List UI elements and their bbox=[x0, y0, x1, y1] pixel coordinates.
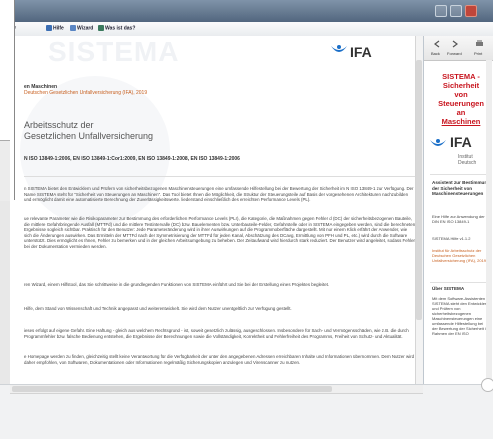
about-text: Mit dem Software-Assistenten SISTEMA ste… bbox=[432, 296, 490, 336]
help-pane[interactable]: Back Forward Print SISTEMA - Sicherheit … bbox=[423, 36, 493, 384]
about-heading: Über SISTEMA bbox=[432, 286, 465, 291]
minimize-button[interactable] bbox=[435, 5, 447, 17]
help-ifa-subtitle: Institut Deutsch bbox=[458, 154, 477, 166]
paragraph-5: ieses erfolgt auf eigene Gefahr. Eine Ha… bbox=[24, 328, 409, 339]
help-divider bbox=[430, 174, 488, 175]
print-icon bbox=[476, 40, 483, 46]
help-divider-2 bbox=[430, 282, 488, 283]
paragraph-4: Hilfe, dem Stand von Wissenschaft und Te… bbox=[24, 306, 292, 311]
horizontal-scroll-thumb[interactable] bbox=[12, 386, 332, 392]
watermark: SISTEMA bbox=[48, 36, 180, 67]
paragraph-6: e Homepage werden zu finden, gleichzeiti… bbox=[24, 354, 415, 365]
left-popup-scrollbar[interactable] bbox=[0, 140, 10, 201]
ifa-link[interactable]: Deutschen Gesetzlichen Unfallversicherun… bbox=[24, 90, 147, 96]
left-popup-frame bbox=[0, 0, 15, 201]
toolbar-help[interactable]: Hilfe bbox=[46, 25, 64, 31]
help-pane-header: Back Forward Print bbox=[424, 36, 493, 61]
back-button[interactable]: Back bbox=[431, 51, 440, 56]
org-line-2: Gesetzlichen Unfallversicherung bbox=[24, 131, 154, 141]
help-heading: Assistent zur Bestimmung der Sicherheit … bbox=[432, 180, 490, 197]
toolbar-whats-this[interactable]: Was ist das? bbox=[98, 25, 135, 31]
maximize-button[interactable] bbox=[450, 5, 462, 17]
help-text: Eine Hilfe zur Anwendung der DIN EN ISO … bbox=[432, 214, 485, 224]
help-ifa-logo: IFA bbox=[450, 134, 472, 150]
document-scroll-thumb[interactable] bbox=[416, 60, 422, 320]
paragraph-1: n SISTEMA bietet den Entwicklern und Prü… bbox=[24, 186, 414, 203]
forward-arrow-icon bbox=[452, 40, 458, 48]
toolbar-wizard[interactable]: Wizard bbox=[70, 25, 93, 31]
background-circle bbox=[20, 76, 170, 226]
toolbar: ry Hilfe Wizard Was ist das? bbox=[10, 22, 493, 37]
divider bbox=[24, 176, 416, 177]
close-button[interactable] bbox=[465, 5, 477, 17]
window-titlebar bbox=[10, 0, 493, 22]
help-copyright-link[interactable]: Institut für Arbeitsschutz der Deutschen… bbox=[432, 248, 490, 263]
help-version: SISTEMA Hilfe v1.1.2 bbox=[432, 236, 471, 241]
help-ifa-logo-icon bbox=[430, 139, 446, 146]
question-icon bbox=[98, 25, 104, 31]
org-line-1: Arbeitsschutz der bbox=[24, 120, 94, 130]
paragraph-3: ren Wizard, einem Hilfstool, das Sie sch… bbox=[24, 282, 330, 287]
document-view[interactable]: SISTEMA IFA en Maschinen Deutschen Geset… bbox=[10, 36, 424, 384]
ifa-logo: IFA bbox=[350, 44, 372, 60]
round-button[interactable] bbox=[481, 378, 493, 392]
forward-button[interactable]: Forward bbox=[447, 51, 462, 56]
ifa-logo-icon bbox=[331, 45, 347, 52]
help-icon bbox=[46, 25, 52, 31]
back-arrow-icon bbox=[434, 40, 440, 48]
paragraph-2: ue relevante Parameter wie die Risikopar… bbox=[24, 216, 416, 249]
norm-line: N ISO 13849-1:2006, EN ISO 13849-1:Cor1:… bbox=[24, 156, 240, 162]
wizard-icon bbox=[70, 25, 76, 31]
help-pane-scrollbar[interactable] bbox=[486, 60, 492, 384]
print-button[interactable]: Print bbox=[474, 51, 482, 56]
help-title: SISTEMA - Sicherheit von Steuerungen an … bbox=[438, 72, 484, 126]
